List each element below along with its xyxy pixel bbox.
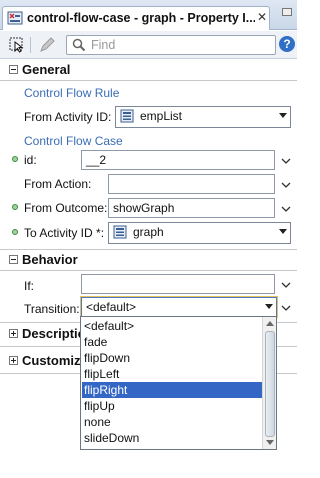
from-activity-label: From Activity ID: — [24, 110, 112, 124]
edit-pencil-icon[interactable] — [38, 36, 56, 54]
section-general-header[interactable]: General — [0, 60, 297, 80]
required-indicator-icon — [12, 156, 18, 162]
transition-option[interactable]: <default> — [82, 318, 263, 334]
control-flow-rule-heading: Control Flow Rule — [24, 86, 120, 100]
control-flow-case-heading: Control Flow Case — [24, 134, 123, 148]
from-action-label: From Action: — [24, 177, 92, 191]
transition-dropdown-list[interactable]: <default> fade flipDown flipLeft flipRig… — [80, 316, 277, 450]
transition-value: <default> — [86, 300, 137, 314]
expand-icon[interactable] — [9, 329, 18, 338]
transition-option[interactable]: none — [82, 414, 263, 430]
expand-icon[interactable] — [9, 356, 18, 365]
select-cursor-icon[interactable] — [8, 36, 26, 54]
transition-option[interactable]: flipLeft — [82, 366, 263, 382]
divider — [0, 80, 297, 81]
chevron-down-icon[interactable] — [281, 303, 291, 313]
transition-option[interactable]: fade — [82, 334, 263, 350]
transition-option[interactable]: flipUp — [82, 398, 263, 414]
dropdown-arrow-icon — [279, 113, 287, 118]
id-field[interactable]: __2 — [81, 150, 275, 170]
transition-select[interactable]: <default> — [81, 297, 277, 317]
property-inspector-icon — [7, 11, 23, 25]
divider — [0, 270, 297, 271]
transition-option[interactable]: flipDown — [82, 350, 263, 366]
scroll-up-icon[interactable] — [266, 321, 274, 326]
maximize-icon[interactable] — [282, 8, 292, 16]
scroll-down-icon[interactable] — [266, 440, 274, 445]
required-indicator-icon — [12, 204, 18, 210]
search-field[interactable]: Find — [66, 35, 276, 55]
toolbar-divider — [30, 37, 31, 53]
transition-label: Transition: — [24, 302, 80, 316]
toolbar: Find ? — [0, 31, 297, 59]
transition-option[interactable]: slideDown — [82, 430, 263, 446]
search-placeholder: Find — [91, 38, 116, 52]
to-activity-value: graph — [133, 225, 164, 239]
from-activity-value: empList — [140, 109, 183, 123]
collapse-icon[interactable] — [9, 65, 18, 74]
chevron-down-icon[interactable] — [281, 280, 291, 290]
chevron-down-icon[interactable] — [281, 204, 291, 214]
help-icon[interactable]: ? — [279, 36, 295, 52]
tab-property-inspector[interactable]: control-flow-case - graph - Property I..… — [2, 6, 270, 30]
from-outcome-field[interactable]: showGraph — [108, 198, 275, 218]
tab-title: control-flow-case - graph - Property I..… — [27, 11, 255, 25]
collapse-icon[interactable] — [9, 255, 18, 264]
to-activity-label: To Activity ID *: — [24, 226, 105, 240]
chevron-down-icon[interactable] — [281, 156, 291, 166]
from-activity-select[interactable]: empList — [115, 106, 291, 128]
if-label: If: — [24, 279, 35, 293]
to-activity-select[interactable]: graph — [108, 222, 291, 244]
if-field[interactable] — [81, 274, 275, 294]
dropdown-arrow-icon — [279, 229, 287, 234]
chevron-down-icon[interactable] — [281, 180, 291, 190]
from-action-field[interactable] — [108, 174, 275, 194]
search-icon — [72, 38, 86, 52]
transition-option-highlighted[interactable]: flipRight — [82, 382, 263, 398]
activity-icon — [120, 109, 134, 123]
activity-icon — [113, 225, 127, 239]
dropdown-scrollbar[interactable] — [262, 317, 276, 449]
required-indicator-icon — [12, 229, 18, 235]
section-behavior-header[interactable]: Behavior — [0, 250, 297, 270]
scrollbar-thumb[interactable] — [265, 331, 275, 437]
tab-bar: control-flow-case - graph - Property I..… — [0, 0, 297, 30]
from-outcome-label: From Outcome: — [24, 201, 108, 215]
id-label: id: — [24, 153, 37, 167]
close-icon[interactable]: ✕ — [257, 10, 267, 24]
section-general-title: General — [22, 62, 71, 77]
section-behavior-title: Behavior — [22, 252, 78, 267]
dropdown-arrow-icon — [265, 304, 273, 309]
